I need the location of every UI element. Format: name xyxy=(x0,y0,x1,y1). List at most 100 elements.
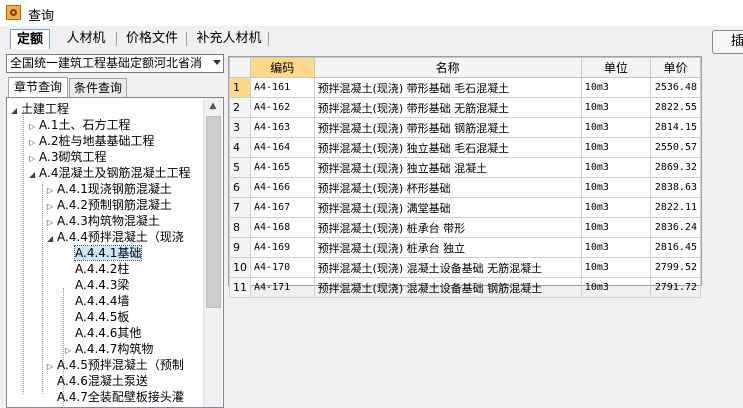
tree-item-label: A.1土、石方工程 xyxy=(39,118,131,132)
name-cell: 预拌混凝土(现浇) 独立基础 混凝土 xyxy=(313,157,582,178)
tree-item[interactable]: A.4.6混凝土泵送 xyxy=(47,373,148,389)
price-cell: 2814.15 xyxy=(649,117,702,138)
column-header-name[interactable]: 名称 xyxy=(313,57,582,78)
price-cell: 2838.63 xyxy=(649,177,702,198)
table-header-row: 编码 名称 单位 单价 xyxy=(229,57,702,78)
row-number-cell: 2 xyxy=(229,97,251,118)
unit-cell: 10m3 xyxy=(580,177,651,198)
code-cell: A4-164 xyxy=(250,137,315,158)
table-row[interactable]: 5 A4-165 预拌混凝土(现浇) 独立基础 混凝土 10m3 2869.32 xyxy=(229,157,702,178)
tab-labor-material-machine[interactable]: 人材机 xyxy=(58,29,114,49)
tree-item-label: 土建工程 xyxy=(21,102,70,116)
table-row[interactable]: 2 A4-162 预拌混凝土(现浇) 带形基础 无筋混凝土 10m3 2822.55 xyxy=(229,97,702,118)
row-number-cell: 10 xyxy=(229,257,251,278)
tree-item[interactable]: ▷ A.1土、石方工程 xyxy=(29,117,130,133)
tree-item[interactable]: ▷ A.4.4.7构筑物 xyxy=(65,341,153,357)
code-cell: A4-171 xyxy=(250,277,315,298)
price-cell: 2550.57 xyxy=(649,137,702,158)
table-row[interactable]: 10 A4-170 预拌混凝土(现浇) 混凝土设备基础 无筋混凝土 10m3 2799.… xyxy=(229,257,702,278)
tree-item-label: A.4.5预拌混凝土（预制 xyxy=(57,358,184,372)
chevron-down-icon[interactable] xyxy=(213,60,221,65)
column-header-code[interactable]: 编码 xyxy=(250,57,315,78)
table-row[interactable]: 4 A4-164 预拌混凝土(现浇) 独立基础 毛石混凝土 10m3 2550.57 xyxy=(229,137,702,158)
tree-item-label: A.4.7全装配壁板接头灌 xyxy=(57,390,184,404)
chapter-tree: ◢ 土建工程 ▷ A.1土、石方工程 ▷ A.2桩与地基基础工程 ▷ A.3砌筑工程 ◢ A.4混… xyxy=(6,97,224,408)
table-row[interactable]: 11 A4-171 预拌混凝土(现浇) 混凝土设备基础 钢筋混凝土 10m3 2791.… xyxy=(229,277,702,298)
unit-cell: 10m3 xyxy=(580,257,651,278)
row-number-cell: 5 xyxy=(229,157,251,178)
code-cell: A4-167 xyxy=(250,197,315,218)
table-row[interactable]: 9 A4-169 预拌混凝土(现浇) 桩承台 独立 10m3 2816.45 xyxy=(229,237,702,258)
tree-item[interactable]: A.4.7全装配壁板接头灌 xyxy=(47,389,184,405)
tree-item-label: A.4.4.6其他 xyxy=(75,326,142,340)
table-row[interactable]: 3 A4-163 预拌混凝土(现浇) 带形基础 钢筋混凝土 10m3 2814.15 xyxy=(229,117,702,138)
tree-item-label: A.4混凝土及钢筋混凝土工程 xyxy=(39,166,191,180)
tree-item-label: A.4.4.3梁 xyxy=(75,278,130,292)
tree-guide-line xyxy=(23,110,24,394)
tree-guide-line xyxy=(42,184,43,394)
tree-item[interactable]: ▷ A.4.3构筑物混凝土 xyxy=(47,213,160,229)
unit-cell: 10m3 xyxy=(580,117,651,138)
row-number-header xyxy=(229,57,251,78)
tab-chapter-query[interactable]: 章节查询 xyxy=(8,77,68,97)
tab-supplementary-materials[interactable]: 补充人材机 xyxy=(190,29,268,49)
tree-item-label: A.4.6混凝土泵送 xyxy=(57,374,148,388)
window-title: 查询 xyxy=(28,9,55,24)
tree-item-label: A.2桩与地基基础工程 xyxy=(39,134,155,148)
insert-button[interactable]: 插 xyxy=(712,30,743,54)
tree-item[interactable]: ◢ A.4混凝土及钢筋混凝土工程 xyxy=(29,165,190,181)
scrollbar-thumb[interactable] xyxy=(206,116,221,308)
left-panel: 全国统一建筑工程基础定额河北省消 章节查询 条件查询 ◢ 土建工程 ▷ A.1土、石方… xyxy=(6,54,225,408)
unit-cell: 10m3 xyxy=(580,77,651,98)
unit-cell: 10m3 xyxy=(580,277,651,298)
price-cell: 2822.55 xyxy=(649,97,702,118)
tree-item-label: A.4.2预制钢筋混凝土 xyxy=(57,198,172,212)
code-cell: A4-165 xyxy=(250,157,315,178)
tree-scrollbar[interactable]: ▲ xyxy=(203,98,222,407)
tree-item-label: A.4.4.2柱 xyxy=(75,262,130,276)
unit-cell: 10m3 xyxy=(580,137,651,158)
table-row[interactable]: 8 A4-168 预拌混凝土(现浇) 桩承台 带形 10m3 2836.24 xyxy=(229,217,702,238)
table-row[interactable]: 7 A4-167 预拌混凝土(现浇) 满堂基础 10m3 2822.11 xyxy=(229,197,702,218)
row-number-cell: 1 xyxy=(229,77,251,98)
table-row[interactable]: 6 A4-166 预拌混凝土(现浇) 杯形基础 10m3 2838.63 xyxy=(229,177,702,198)
name-cell: 预拌混凝土(现浇) 满堂基础 xyxy=(313,197,582,218)
row-number-cell: 8 xyxy=(229,217,251,238)
tab-condition-query[interactable]: 条件查询 xyxy=(69,78,127,97)
tree-item[interactable]: ▷ A.4.2预制钢筋混凝土 xyxy=(47,197,172,213)
code-cell: A4-163 xyxy=(250,117,315,138)
tree-item[interactable]: ▷ A.4.1现浇钢筋混凝土 xyxy=(47,181,172,197)
code-cell: A4-162 xyxy=(250,97,315,118)
collapse-arrow-icon[interactable]: ◢ xyxy=(11,103,21,119)
tree-item[interactable]: A.4.4.3梁 xyxy=(65,277,129,293)
table-row[interactable]: 1 A4-161 预拌混凝土(现浇) 带形基础 毛石混凝土 10m3 2536.48 xyxy=(229,77,702,98)
tree-item[interactable]: A.4.4.5板 xyxy=(65,309,129,325)
name-cell: 预拌混凝土(现浇) 带形基础 钢筋混凝土 xyxy=(313,117,582,138)
unit-cell: 10m3 xyxy=(580,157,651,178)
tree-item[interactable]: ▷ A.4.5预拌混凝土（预制 xyxy=(47,357,184,373)
tree-item[interactable]: ◢ A.4.4预拌混凝土（现浇 xyxy=(47,229,184,245)
quota-library-select[interactable]: 全国统一建筑工程基础定额河北省消 xyxy=(6,54,224,73)
tree-item-label: A.4.4.4墙 xyxy=(75,294,130,308)
tree-item[interactable]: ▷ A.3砌筑工程 xyxy=(29,149,106,165)
tree-item[interactable]: ▷ A.2桩与地基基础工程 xyxy=(29,133,154,149)
column-header-unit[interactable]: 单位 xyxy=(580,57,651,78)
name-cell: 预拌混凝土(现浇) 桩承台 带形 xyxy=(313,217,582,238)
price-cell: 2816.45 xyxy=(649,237,702,258)
tab-price-file[interactable]: 价格文件 xyxy=(120,29,184,49)
name-cell: 预拌混凝土(现浇) 混凝土设备基础 无筋混凝土 xyxy=(313,257,582,278)
tree-item[interactable]: A.4.4.4墙 xyxy=(65,293,129,309)
price-cell: 2799.52 xyxy=(649,257,702,278)
scroll-up-arrow-icon[interactable]: ▲ xyxy=(204,98,222,115)
tree-item[interactable]: A.4.4.2柱 xyxy=(65,261,129,277)
tree-item[interactable]: A.4.4.6其他 xyxy=(65,325,141,341)
tree-item-label: A.4.1现浇钢筋混凝土 xyxy=(57,182,172,196)
main-tabs: 定额 人材机 价格文件 补充人材机 xyxy=(0,26,743,52)
column-header-price[interactable]: 单价 xyxy=(649,57,702,78)
price-cell: 2822.11 xyxy=(649,197,702,218)
collapse-arrow-icon[interactable]: ◢ xyxy=(47,231,57,247)
tab-quota[interactable]: 定额 xyxy=(10,29,50,49)
collapse-arrow-icon[interactable]: ◢ xyxy=(29,167,39,183)
tree-item[interactable]: ◢ 土建工程 xyxy=(11,101,69,117)
tree-item[interactable]: A.4.4.1基础 xyxy=(65,245,143,261)
